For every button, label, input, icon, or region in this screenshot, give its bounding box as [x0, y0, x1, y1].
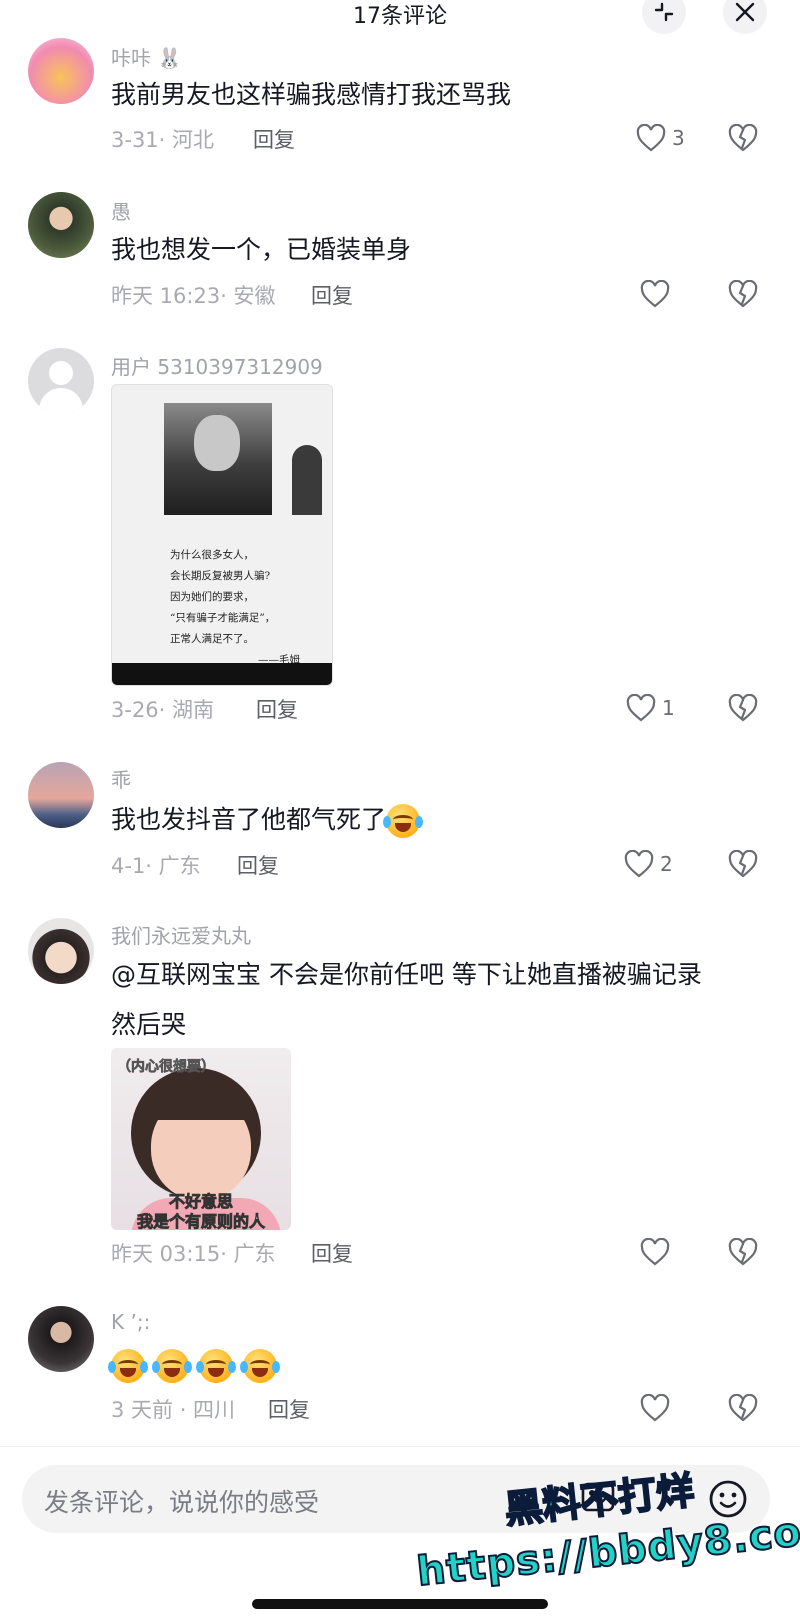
quote-line: “只有骗子才能满足”，	[170, 612, 276, 624]
broken-heart-icon	[728, 279, 758, 308]
dislike-button[interactable]	[728, 849, 758, 882]
comment-sticker-image[interactable]: （内心很想要） 不好意思 我是个有原则的人	[111, 1048, 291, 1230]
comment-meta: 昨天 16:23· 安徽	[111, 284, 276, 308]
like-count: 3	[672, 126, 685, 150]
quote-line: 会长期反复被男人骗?	[170, 570, 271, 582]
collapse-icon	[654, 2, 674, 22]
like-button[interactable]	[640, 1394, 670, 1422]
reply-button[interactable]: 回复	[237, 850, 279, 880]
heart-outline-icon	[626, 694, 656, 722]
crying-laughing-emoji-icon	[239, 1349, 280, 1383]
like-count: 2	[660, 852, 673, 876]
reply-button[interactable]: 回复	[311, 1238, 353, 1268]
reply-button[interactable]: 回复	[311, 280, 353, 310]
crying-laughing-emoji-icon	[151, 1349, 192, 1383]
quote-line: 为什么很多女人，	[170, 549, 254, 561]
comment-text: 我前男友也这样骗我感情打我还骂我	[111, 80, 512, 109]
dislike-button[interactable]	[728, 1393, 758, 1426]
crying-laughing-emoji-icon	[195, 1349, 236, 1383]
avatar[interactable]	[28, 918, 94, 984]
quote-line: 正常人满足不了。	[170, 633, 254, 645]
comment-username[interactable]: 乖	[111, 764, 131, 793]
comment-text-content: 我也发抖音了他都气死了	[111, 805, 387, 834]
child-bangs	[149, 1084, 253, 1120]
heart-outline-icon	[640, 1238, 670, 1266]
like-button[interactable]	[640, 1238, 670, 1266]
comments-header: 17条评论	[0, 0, 800, 40]
comment-username[interactable]: K ’;:	[111, 1310, 150, 1334]
comment-image[interactable]: 为什么很多女人， 会长期反复被男人骗? 因为她们的要求， “只有骗子才能满足”，…	[111, 384, 333, 686]
comment-username[interactable]: 我们永远爱丸丸	[111, 920, 251, 949]
sticker-caption-line: 我是个有原则的人	[136, 1212, 266, 1230]
comment-emoji-row	[108, 1340, 751, 1390]
portrait-face	[194, 415, 240, 471]
quote-text: 为什么很多女人， 会长期反复被男人骗? 因为她们的要求， “只有骗子才能满足”，…	[170, 545, 330, 671]
avatar[interactable]	[28, 38, 94, 104]
comment-meta: 4-1· 广东	[111, 854, 201, 878]
comment-username[interactable]: 用户 5310397312909	[111, 351, 323, 380]
comment-text: @互联网宝宝 不会是你前任吧 等下让她直播被骗记录 然后哭	[111, 950, 751, 1050]
avatar-default[interactable]	[28, 348, 94, 414]
broken-heart-icon	[728, 1237, 758, 1266]
comment-username[interactable]: 咔咔 🐰	[111, 42, 182, 71]
comment-text-line: @互联网宝宝 不会是你前任吧 等下让她直播被骗记录	[111, 960, 702, 989]
comment-meta: 3-26· 湖南	[111, 698, 215, 722]
crying-laughing-emoji-icon	[383, 804, 424, 838]
avatar[interactable]	[28, 1306, 94, 1372]
avatar[interactable]	[28, 192, 94, 258]
comment-input-placeholder: 发条评论，说说你的感受	[44, 1488, 320, 1517]
broken-heart-icon	[728, 693, 758, 722]
avatar[interactable]	[28, 762, 94, 828]
comment-meta: 3-31· 河北	[111, 128, 215, 152]
dislike-button[interactable]	[728, 279, 758, 312]
dislike-button[interactable]	[728, 693, 758, 726]
comment-composer: 发条评论，说说你的感受 黑料不打烊 https://bbdy8.com	[0, 1446, 800, 1622]
heart-outline-icon	[640, 280, 670, 308]
like-button[interactable]: 2	[624, 850, 673, 878]
dislike-button[interactable]	[728, 123, 758, 156]
close-icon	[735, 2, 755, 22]
broken-heart-icon	[728, 1393, 758, 1422]
reply-button[interactable]: 回复	[256, 694, 298, 724]
like-count: 1	[662, 696, 675, 720]
reply-button[interactable]: 回复	[268, 1394, 310, 1424]
broken-heart-icon	[728, 123, 758, 152]
image-bottom-bar	[112, 663, 332, 685]
crying-laughing-emoji-icon	[108, 1349, 148, 1383]
quote-line: 因为她们的要求，	[170, 591, 254, 603]
heart-outline-icon	[640, 1394, 670, 1422]
home-indicator[interactable]	[252, 1599, 548, 1609]
comment-meta: 3 天前 · 四川	[111, 1398, 236, 1422]
portrait-side	[292, 445, 322, 515]
comment-username[interactable]: 愚	[111, 196, 131, 225]
broken-heart-icon	[728, 849, 758, 878]
comment-text-line: 然后哭	[111, 1010, 187, 1039]
dislike-button[interactable]	[728, 1237, 758, 1270]
like-button[interactable]: 3	[636, 124, 685, 152]
like-button[interactable]	[640, 280, 670, 308]
like-button[interactable]: 1	[626, 694, 675, 722]
watermark: 黑料不打烊 https://bbdy8.com	[414, 1467, 800, 1599]
comment-meta: 昨天 03:15· 广东	[111, 1242, 276, 1266]
comment-text: 我也发抖音了他都气死了	[111, 795, 751, 845]
heart-outline-icon	[636, 124, 666, 152]
reply-button[interactable]: 回复	[253, 124, 295, 154]
comment-text: 我也想发一个，已婚装单身	[111, 235, 412, 264]
heart-outline-icon	[624, 850, 654, 878]
sticker-caption-top: （内心很想要）	[117, 1059, 216, 1076]
